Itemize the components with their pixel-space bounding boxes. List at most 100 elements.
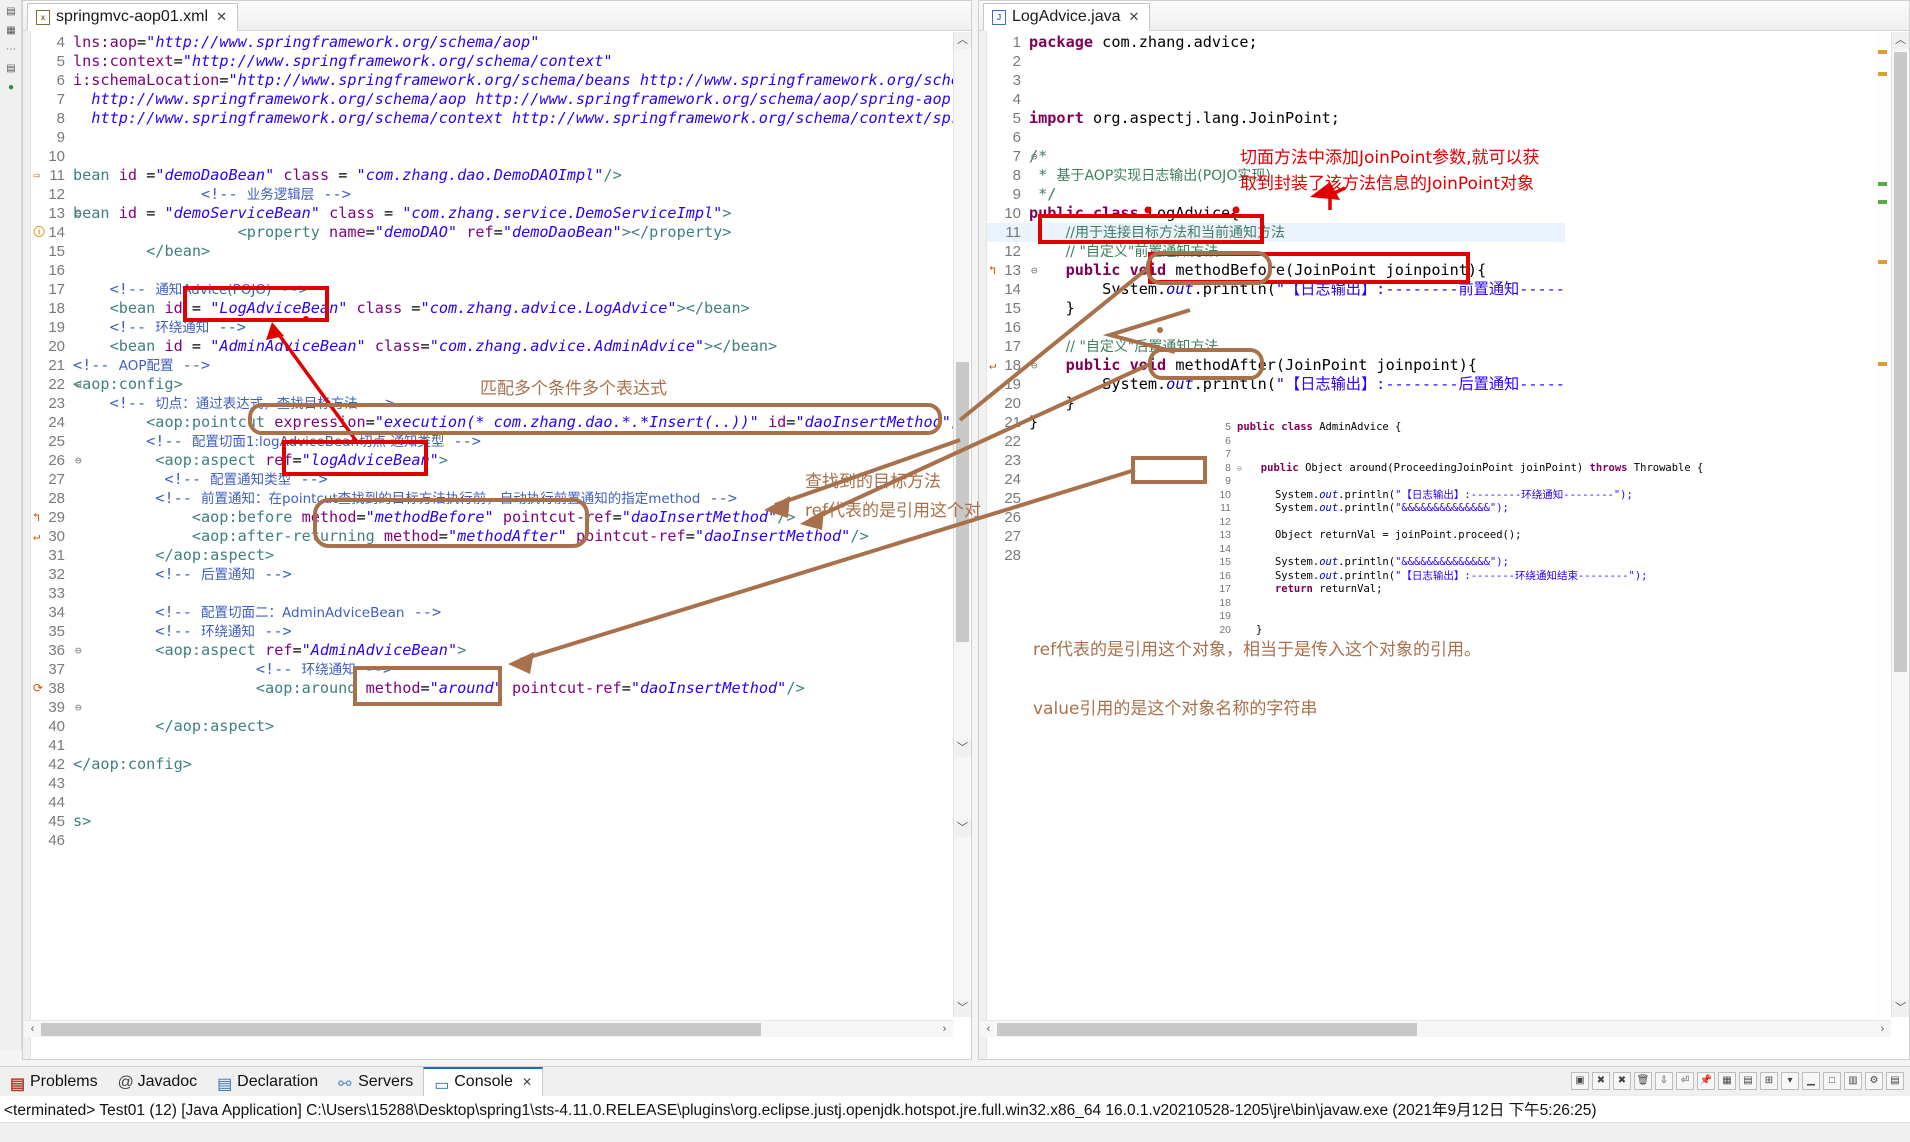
fold-toggle-icon[interactable]: ⊖ — [75, 698, 82, 717]
code-line[interactable]: 27 <!-- 配置通知类型 --> — [31, 470, 969, 489]
code-line[interactable]: 33 — [31, 584, 969, 603]
tab-springmvc-aop01-xml[interactable]: x springmvc-aop01.xml ✕ — [27, 3, 238, 31]
code-line[interactable]: 14 System.out.println("【日志输出】:--------前置… — [987, 280, 1565, 299]
code-line[interactable]: 31 </aop:aspect> — [31, 546, 969, 565]
clear-icon[interactable]: 🗑 — [1634, 1072, 1652, 1090]
code-line[interactable]: 10 — [31, 147, 969, 166]
code-line[interactable]: 19 <!-- 环绕通知 --> — [31, 318, 969, 337]
code-line[interactable]: 17 // "自定义"后置通知方法 — [987, 337, 1565, 356]
code-line[interactable]: 42 </aop:config> — [31, 755, 969, 774]
code-line[interactable]: 7 ⊖/* — [987, 147, 1565, 166]
code-line[interactable]: 8 http://www.springframework.org/schema/… — [31, 109, 969, 128]
code-line[interactable]: 17 <!-- 通知Advice(POJO) --> — [31, 280, 969, 299]
remove-icon[interactable]: ✖ — [1592, 1072, 1610, 1090]
code-line[interactable]: ↵ 18 ⊖ public void methodAfter(JoinPoint j… — [987, 356, 1565, 375]
spring-icon[interactable]: ● — [3, 81, 19, 95]
code-line[interactable]: 19 System.out.println("【日志输出】:--------后置… — [987, 375, 1565, 394]
code-line[interactable]: 15 } — [987, 299, 1565, 318]
code-line[interactable]: 35 <!-- 环绕通知 --> — [31, 622, 969, 641]
xml-code-lines[interactable]: 4 lns:aop="http://www.springframework.org… — [31, 33, 969, 850]
fold-toggle-icon[interactable]: ⊖ — [75, 204, 82, 223]
code-line[interactable]: 6 i:schemaLocation="http://www.springfram… — [31, 71, 969, 90]
scroll-right-icon[interactable]: › — [1874, 1021, 1891, 1038]
code-line[interactable]: 2 — [987, 52, 1565, 71]
breakpoint-icon[interactable]: ⋯ — [3, 43, 19, 57]
code-line[interactable]: ↰ 13 ⊖ public void methodBefore(JoinPoint … — [987, 261, 1565, 280]
maximize-icon[interactable]: □ — [1823, 1072, 1841, 1090]
extra-icon-2[interactable]: ⚙ — [1865, 1072, 1883, 1090]
java-horizontal-scrollbar[interactable]: ‹ › — [980, 1020, 1891, 1037]
code-line[interactable]: 41 — [31, 736, 969, 755]
view-tab-problems[interactable]: ▤ Problems — [0, 1067, 108, 1097]
perspective-icon[interactable]: ▤ — [3, 5, 19, 19]
code-line[interactable]: 7 http://www.springframework.org/schema/… — [31, 90, 969, 109]
code-line[interactable]: 3 — [987, 71, 1565, 90]
terminate-icon[interactable]: ▣ — [1571, 1072, 1589, 1090]
xml-vertical-scrollbar[interactable]: ︿ ﹀ ﹀ ﹀ — [953, 32, 971, 1017]
code-line[interactable]: 10 public class LogAdvice{ — [987, 204, 1565, 223]
code-line[interactable]: ⇨ 11 bean id ="demoDaoBean" class = "com.z… — [31, 166, 969, 185]
extra-icon-1[interactable]: ▥ — [1844, 1072, 1862, 1090]
extra-icon-3[interactable]: ▤ — [1886, 1072, 1904, 1090]
view-tab-declaration[interactable]: ▤ Declaration — [207, 1067, 328, 1097]
scroll-down-mid2-icon[interactable]: ﹀ — [954, 740, 971, 757]
xml-horizontal-scrollbar[interactable]: ‹ › — [24, 1020, 953, 1037]
word-wrap-icon[interactable]: ⏎ — [1676, 1072, 1694, 1090]
code-line[interactable]: 1 package com.zhang.advice; — [987, 33, 1565, 52]
code-line[interactable]: 45 s> — [31, 812, 969, 831]
code-line[interactable]: 34 <!-- 配置切面二：AdminAdviceBean --> — [31, 603, 969, 622]
close-icon[interactable]: ✕ — [522, 1075, 532, 1089]
code-line[interactable]: 36 ⊖ <aop:aspect ref="AdminAdviceBean"> — [31, 641, 969, 660]
code-line[interactable]: 11 //用于连接目标方法和当前通知方法 — [987, 223, 1565, 242]
code-line[interactable]: 16 — [31, 261, 969, 280]
fold-toggle-icon[interactable]: ⊖ — [75, 375, 82, 394]
scroll-right-icon[interactable]: › — [936, 1021, 953, 1038]
fold-toggle-icon[interactable]: ⊖ — [1031, 147, 1038, 166]
code-line[interactable]: 44 — [31, 793, 969, 812]
code-line[interactable]: ↰ 29 <aop:before method="methodBefore" po… — [31, 508, 969, 527]
xml-code-area[interactable]: 4 lns:aop="http://www.springframework.org… — [23, 31, 971, 1059]
view-tab-javadoc[interactable]: @ Javadoc — [108, 1067, 208, 1097]
code-line[interactable]: 20 } — [987, 394, 1565, 413]
code-line[interactable]: 20 <bean id = "AdminAdviceBean" class="c… — [31, 337, 969, 356]
java-overview-ruler[interactable] — [1876, 32, 1890, 1017]
code-line[interactable]: 13 ⊖ bean id = "demoServiceBean" class = "… — [31, 204, 969, 223]
code-line[interactable]: 43 — [31, 774, 969, 793]
code-line[interactable]: 12 <!-- 业务逻辑层 --> — [31, 185, 969, 204]
fold-toggle-icon[interactable]: ⊖ — [1031, 261, 1038, 280]
code-line[interactable]: 12 // "自定义"前置通知方法 — [987, 242, 1565, 261]
menu-icon[interactable]: ▾ — [1781, 1072, 1799, 1090]
code-line[interactable]: 15 </bean> — [31, 242, 969, 261]
fold-toggle-icon[interactable]: ⊖ — [1031, 356, 1038, 375]
close-icon[interactable]: ✕ — [1129, 9, 1140, 25]
code-line[interactable]: 39 ⊖ — [31, 698, 969, 717]
code-line[interactable]: 16 — [987, 318, 1565, 337]
java-vertical-scrollbar[interactable]: ︿ ﹀ — [1891, 32, 1909, 1017]
scroll-lock-icon[interactable]: ⇩ — [1655, 1072, 1673, 1090]
hscroll-thumb[interactable] — [41, 1022, 761, 1036]
outline-icon[interactable]: ▦ — [3, 24, 19, 38]
view-tab-console[interactable]: ▭ Console ✕ — [423, 1066, 543, 1097]
fold-toggle-icon[interactable]: ⊖ — [75, 451, 82, 470]
code-line[interactable]: 4 lns:aop="http://www.springframework.org… — [31, 33, 969, 52]
hscroll-thumb[interactable] — [997, 1022, 1417, 1036]
pin-icon[interactable]: 📌 — [1697, 1072, 1715, 1090]
open-console-icon[interactable]: ▤ — [1739, 1072, 1757, 1090]
code-line[interactable]: 37 <!-- 环绕通知 --> — [31, 660, 969, 679]
code-line[interactable]: 40 </aop:aspect> — [31, 717, 969, 736]
display-selected-icon[interactable]: ▦ — [1718, 1072, 1736, 1090]
java-code-area[interactable]: 1 package com.zhang.advice; 2 3 4 5 import org… — [979, 31, 1909, 1059]
code-line[interactable]: 9 — [31, 128, 969, 147]
scroll-up-icon[interactable]: ︿ — [1892, 32, 1909, 49]
code-line[interactable]: 9 */ — [987, 185, 1565, 204]
tab-logadvice-java[interactable]: J LogAdvice.java ✕ — [983, 3, 1151, 31]
hscroll-track[interactable] — [997, 1022, 1874, 1036]
code-line[interactable]: 26 ⊖ <aop:aspect ref="logAdviceBean"> — [31, 451, 969, 470]
bookmark-icon[interactable]: ▤ — [3, 62, 19, 76]
code-line[interactable]: 46 — [31, 831, 969, 850]
code-line[interactable]: 5 import org.aspectj.lang.JoinPoint; — [987, 109, 1565, 128]
code-line[interactable]: ⟳ 38 <aop:around method="around" pointcut… — [31, 679, 969, 698]
code-line[interactable]: 22 ⊖ <aop:config> — [31, 375, 969, 394]
code-line[interactable]: 5 lns:context="http://www.springframework… — [31, 52, 969, 71]
code-line[interactable]: 24 <aop:pointcut expression="execution(*… — [31, 413, 969, 432]
